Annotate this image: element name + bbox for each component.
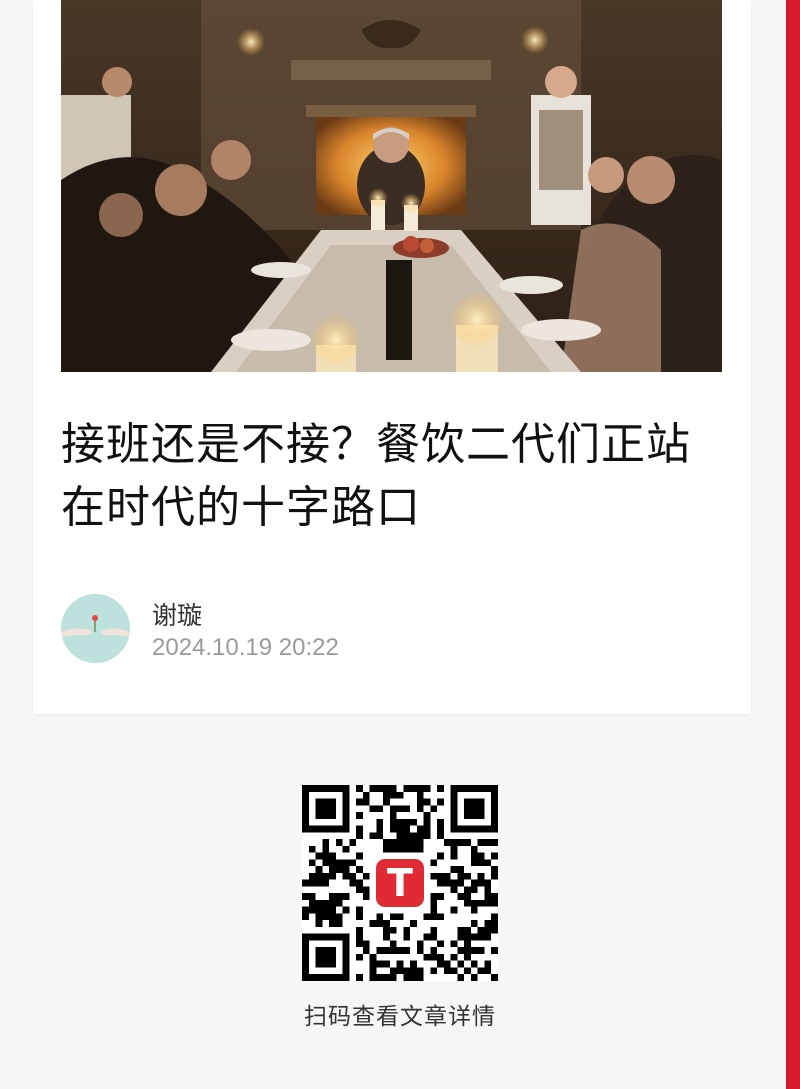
author-name: 谢璇 [152, 601, 203, 630]
app-logo-icon: T [373, 856, 427, 910]
author-info[interactable]: 谢璇 2024.10.19 20:22 [61, 594, 461, 666]
publish-date: 2024.10.19 20:22 [152, 634, 339, 661]
hero-image [61, 0, 722, 372]
qr-logo-letter: T [376, 859, 424, 907]
author-avatar[interactable] [61, 594, 130, 663]
side-accent-bar [786, 0, 800, 1089]
article-title: 接班还是不接？餐饮二代们正站在时代的十字路口 [61, 419, 691, 533]
qr-code[interactable]: T [302, 785, 498, 981]
article-card[interactable]: 接班还是不接？餐饮二代们正站在时代的十字路口 谢璇 2024.10.19 20:… [33, 0, 751, 714]
qr-caption: 扫码查看文章详情 [304, 1004, 496, 1030]
